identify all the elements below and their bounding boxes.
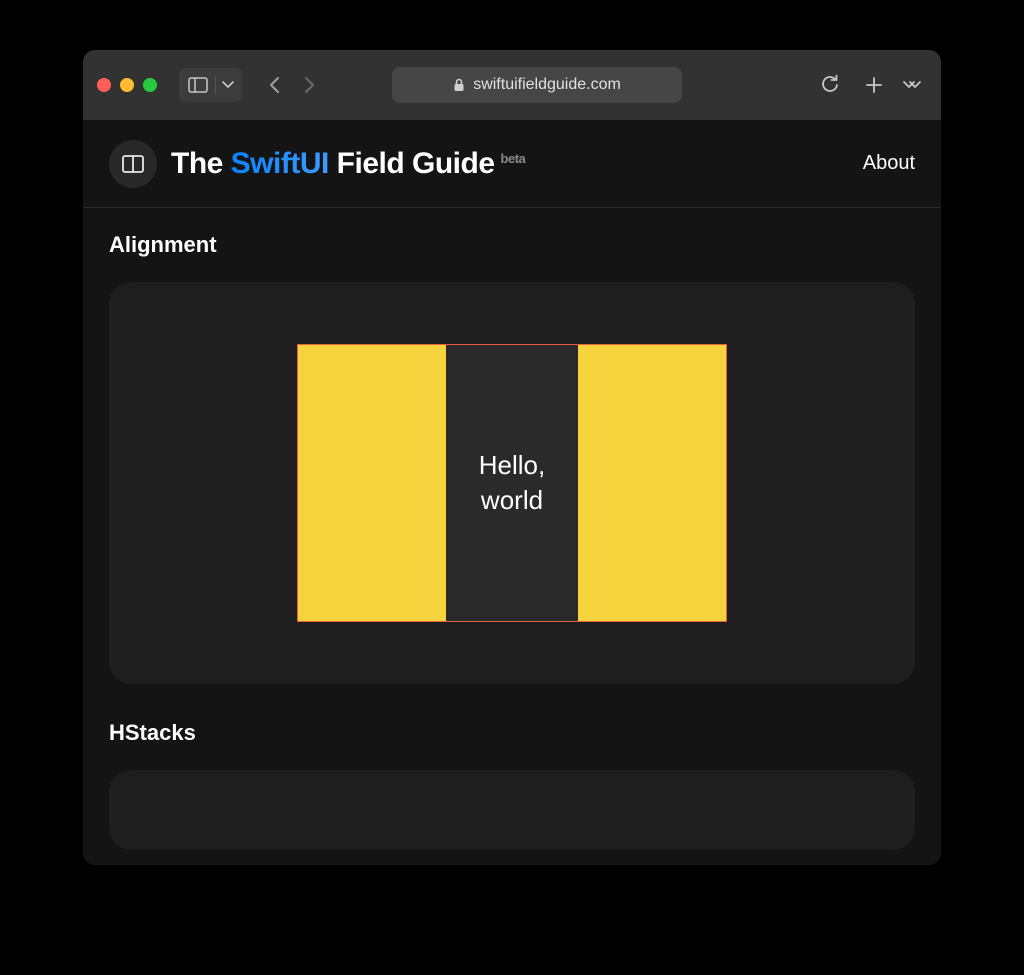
demo-left-bar <box>298 345 446 621</box>
title-post: Field Guide <box>329 147 495 180</box>
site-nav: About <box>863 152 915 175</box>
about-link[interactable]: About <box>863 152 915 174</box>
navigation-arrows <box>260 70 324 100</box>
reload-button[interactable] <box>815 70 845 100</box>
lock-icon <box>453 78 465 92</box>
section-title-hstacks: HStacks <box>109 720 915 746</box>
fullscreen-window-button[interactable] <box>143 78 157 92</box>
section-title-alignment: Alignment <box>109 232 915 258</box>
minimize-window-button[interactable] <box>120 78 134 92</box>
site-title: The SwiftUI Field Guide beta <box>171 147 525 181</box>
site-header: The SwiftUI Field Guide beta About <box>83 120 941 208</box>
sidebar-toggle-button[interactable] <box>183 70 213 100</box>
demo-center-text: Hello, world <box>446 345 578 621</box>
browser-window: swiftuifieldguide.com <box>83 50 941 865</box>
toolbar-right <box>815 70 927 100</box>
title-pre: The <box>171 147 231 180</box>
toolbar-divider <box>215 76 216 94</box>
browser-toolbar: swiftuifieldguide.com <box>83 50 941 120</box>
page-content: The SwiftUI Field Guide beta About Align… <box>83 120 941 865</box>
hstacks-demo-card <box>109 770 915 850</box>
demo-frame[interactable]: Hello, world <box>297 344 727 622</box>
url-text: swiftuifieldguide.com <box>473 76 621 94</box>
tab-group-dropdown[interactable] <box>218 70 238 100</box>
new-tab-button[interactable] <box>859 70 889 100</box>
back-button[interactable] <box>260 70 290 100</box>
forward-button[interactable] <box>294 70 324 100</box>
demo-right-bar <box>578 345 726 621</box>
sidebar-toggle-group <box>179 68 242 102</box>
demo-text: Hello, world <box>479 448 545 518</box>
title-accent: SwiftUI <box>231 147 329 180</box>
address-bar[interactable]: swiftuifieldguide.com <box>392 67 682 103</box>
alignment-demo-card: Hello, world <box>109 282 915 684</box>
book-icon <box>122 155 144 173</box>
close-window-button[interactable] <box>97 78 111 92</box>
logo-badge[interactable] <box>109 140 157 188</box>
overflow-menu-button[interactable] <box>897 70 927 100</box>
beta-badge: beta <box>501 151 526 166</box>
page-body: Alignment Hello, world HStacks <box>83 208 941 865</box>
traffic-lights <box>97 78 157 92</box>
